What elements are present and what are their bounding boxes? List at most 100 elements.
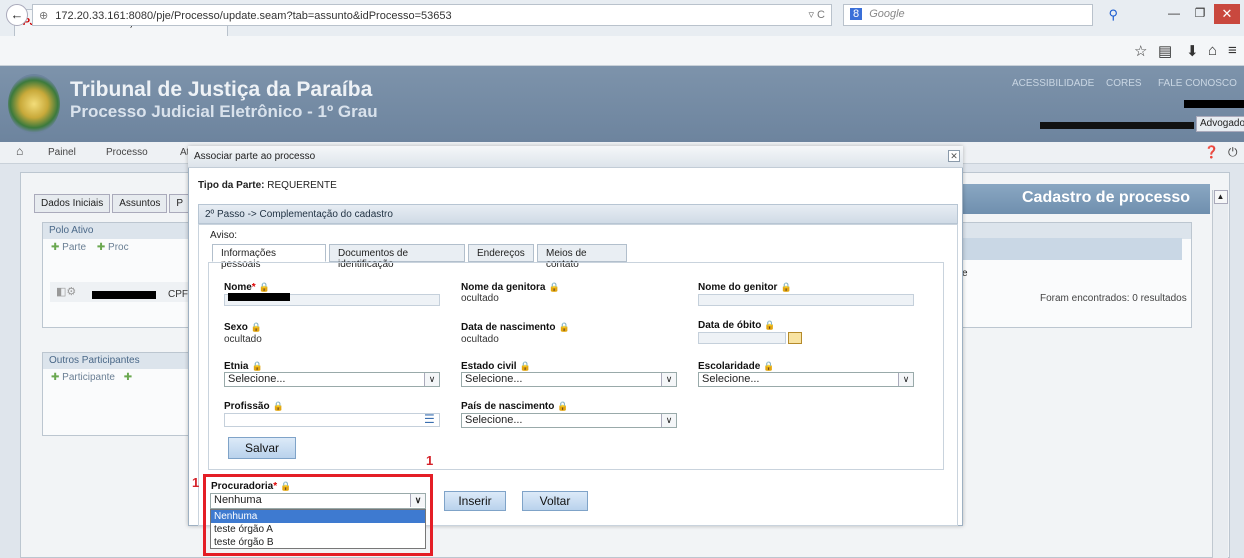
site-header: Tribunal de Justiça da Paraíba Processo … [0,66,1244,142]
tab-enderecos[interactable]: Endereços [468,244,534,262]
data-nascimento-label: Data de nascimento 🔒 [461,322,570,333]
profissao-input[interactable] [224,413,440,427]
tab-partes[interactable]: P [169,194,191,213]
browser-nav-bar [0,36,1244,66]
page-scrollbar[interactable]: ▲ [1212,190,1228,558]
modal-title: Associar parte ao processo [188,146,963,168]
restore-icon[interactable]: ❐ [1188,6,1212,20]
window-close-icon[interactable]: ✕ [1214,4,1240,24]
data-obito-label: Data de óbito 🔒 [698,320,776,331]
process-tabs: Dados Iniciais Assuntos P [34,194,192,213]
redacted-nome [228,293,290,301]
add-icon[interactable]: ✚ [51,372,59,383]
bookmark-star-icon[interactable]: ☆ [1134,42,1147,60]
hamburger-menu-icon[interactable]: ≡ [1228,42,1237,59]
annotation-marker: 1 [426,453,434,468]
link-contact[interactable]: FALE CONOSCO [1158,78,1237,89]
row-action-icon[interactable]: ◧⚙ [56,285,76,298]
search-input[interactable]: 8 Google ⚲ [843,4,1118,26]
lock-icon: 🔒 [258,282,270,292]
search-placeholder: Google [869,8,905,20]
lock-icon: 🔒 [548,282,560,292]
tipo-parte: Tipo da Parte: REQUERENTE [198,180,337,191]
menu-painel[interactable]: Painel [48,147,76,158]
calendar-icon[interactable] [788,332,802,344]
annotation-marker: 1 [192,475,200,490]
etnia-select[interactable]: Selecione... ∨ [224,372,440,387]
tab-dados-iniciais[interactable]: Dados Iniciais [34,194,111,213]
coat-of-arms-logo [8,74,60,134]
lock-icon: 🔒 [272,401,284,411]
chevron-down-icon: ∨ [661,414,676,427]
inserir-button[interactable]: Inserir [444,491,506,511]
modal-close-icon[interactable]: ✕ [948,150,960,162]
nome-genitora-value: ocultado [461,293,499,304]
results-count: Foram encontrados: 0 resultados [1040,293,1187,304]
data-obito-input[interactable] [698,332,786,344]
link-colors[interactable]: CORES [1106,78,1142,89]
data-nascimento-value: ocultado [461,334,499,345]
nome-genitora-label: Nome da genitora 🔒 [461,282,560,293]
home-icon[interactable]: ⌂ [1208,42,1217,59]
lock-icon: 🔒 [780,282,792,292]
add-participante-button[interactable]: Participante [62,372,115,383]
nome-genitor-input[interactable] [698,294,914,306]
tipo-parte-label: Tipo da Parte: [198,180,265,191]
cadastro-header: Cadastro de processo [960,184,1210,214]
lock-icon: 🔒 [250,322,263,332]
scroll-up-icon[interactable]: ▲ [1213,190,1228,204]
list-icon[interactable]: ☰ [424,413,436,426]
download-icon[interactable]: ⬇ [1186,42,1199,60]
voltar-button[interactable]: Voltar [522,491,588,511]
search-icon[interactable]: ⚲ [1108,7,1118,23]
estado-civil-label: Estado civil 🔒 [461,361,531,372]
help-icon[interactable]: ❓ [1204,145,1219,159]
add-procurador-button[interactable]: Proc [108,242,129,253]
add-icon[interactable]: ✚ [97,242,105,253]
home-menu-icon[interactable]: ⌂ [16,144,23,158]
estado-civil-select[interactable]: Selecione... ∨ [461,372,677,387]
pais-nascimento-select[interactable]: Selecione... ∨ [461,413,677,428]
chevron-down-icon: ∨ [661,373,676,386]
salvar-button[interactable]: Salvar [228,437,296,459]
nome-genitor-label: Nome do genitor 🔒 [698,282,792,293]
sexo-label: Sexo 🔒 [224,322,263,333]
tipo-parte-value: REQUERENTE [267,180,337,191]
lock-icon: 🔒 [763,361,775,371]
tab-documentos[interactable]: Documentos de identificação [329,244,465,270]
tab-meios-contato[interactable]: Meios de contato [537,244,627,270]
bookmarks-list-icon[interactable]: ▤ [1158,42,1172,60]
minimize-icon[interactable]: — [1162,6,1186,20]
back-arrow-icon[interactable]: ← [6,4,28,26]
reload-icon[interactable]: ▿ C [808,8,825,21]
lock-icon: 🔒 [764,320,776,330]
role-select[interactable]: Advogado [1196,116,1244,132]
add-icon[interactable]: ✚ [124,372,132,383]
outros-participantes-panel: Outros Participantes ✚ Participante ✚ [42,352,202,436]
lock-icon: 🔒 [519,361,531,371]
sexo-value: ocultado [224,334,262,345]
add-icon[interactable]: ✚ [51,242,59,253]
annotation-highlight-box [203,474,433,556]
url-bar[interactable]: ⊕ 172.20.33.161:8080/pje/Processo/update… [32,4,832,26]
tab-informacoes-pessoais[interactable]: Informações pessoais [212,244,326,270]
lock-icon: 🔒 [251,361,263,371]
outros-title: Outros Participantes [43,353,201,369]
tab-assuntos[interactable]: Assuntos [112,194,168,213]
polo-table-header [960,238,1182,260]
chevron-down-icon: ∨ [898,373,913,386]
profissao-label: Profissão 🔒 [224,401,284,412]
lock-icon: 🔒 [557,401,569,411]
power-icon[interactable]: ⏻ [1228,145,1238,160]
add-parte-button[interactable]: Parte [62,242,86,253]
escolaridade-select[interactable]: Selecione... ∨ [698,372,914,387]
chevron-down-icon: ∨ [424,373,439,386]
search-engine-icon: 8 [850,8,863,20]
site-title: Tribunal de Justiça da Paraíba [70,78,373,101]
link-accessibility[interactable]: ACESSIBILIDADE [1012,78,1094,89]
menu-processo[interactable]: Processo [106,147,148,158]
cpf-label: CPF [168,289,188,300]
redacted-user [1184,100,1244,108]
escolaridade-label: Escolaridade 🔒 [698,361,775,372]
url-text: 172.20.33.161:8080/pje/Processo/update.s… [55,10,452,22]
